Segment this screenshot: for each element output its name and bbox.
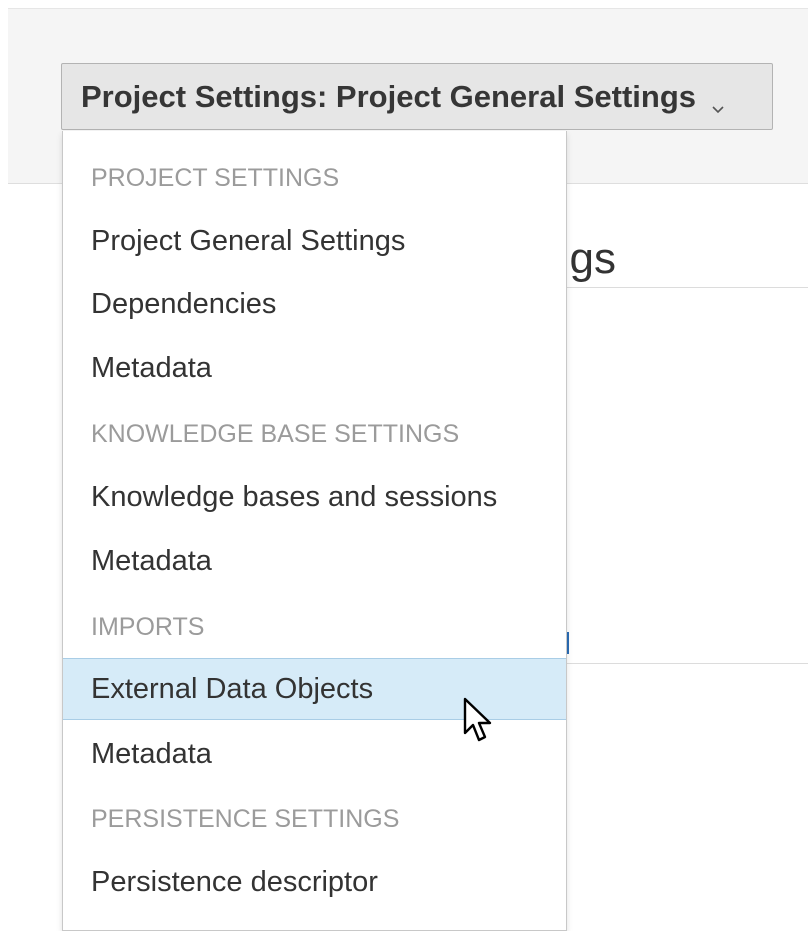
- menu-header-persistence-settings: PERSISTENCE SETTINGS: [91, 804, 400, 833]
- menu-header-project-settings: PROJECT SETTINGS: [91, 163, 340, 192]
- menu-header-imports: IMPORTS: [91, 612, 205, 641]
- menu-item-project-general-settings[interactable]: Project General Settings: [63, 210, 566, 272]
- heading-divider: [565, 287, 808, 288]
- chevron-down-icon: [710, 89, 726, 113]
- menu-item-knowledge-base-metadata[interactable]: Metadata: [63, 530, 566, 592]
- menu-item-external-data-objects[interactable]: External Data Objects: [63, 658, 566, 720]
- menu-item-dependencies[interactable]: Dependencies: [63, 273, 566, 335]
- menu-item-imports-metadata[interactable]: Metadata: [63, 723, 566, 785]
- menu-item-persistence-descriptor[interactable]: Persistence descriptor: [63, 851, 566, 913]
- settings-page-selector-label: Project Settings: Project General Settin…: [81, 78, 696, 114]
- menu-item-knowledge-bases-and-sessions[interactable]: Knowledge bases and sessions: [63, 466, 566, 528]
- menu-item-project-metadata[interactable]: Metadata: [63, 337, 566, 399]
- settings-dropdown-menu: PROJECT SETTINGS Project General Setting…: [62, 131, 567, 931]
- settings-page-selector[interactable]: Project Settings: Project General Settin…: [61, 63, 773, 130]
- menu-header-knowledge-base-settings: KNOWLEDGE BASE SETTINGS: [91, 419, 460, 448]
- section-divider: [565, 663, 808, 664]
